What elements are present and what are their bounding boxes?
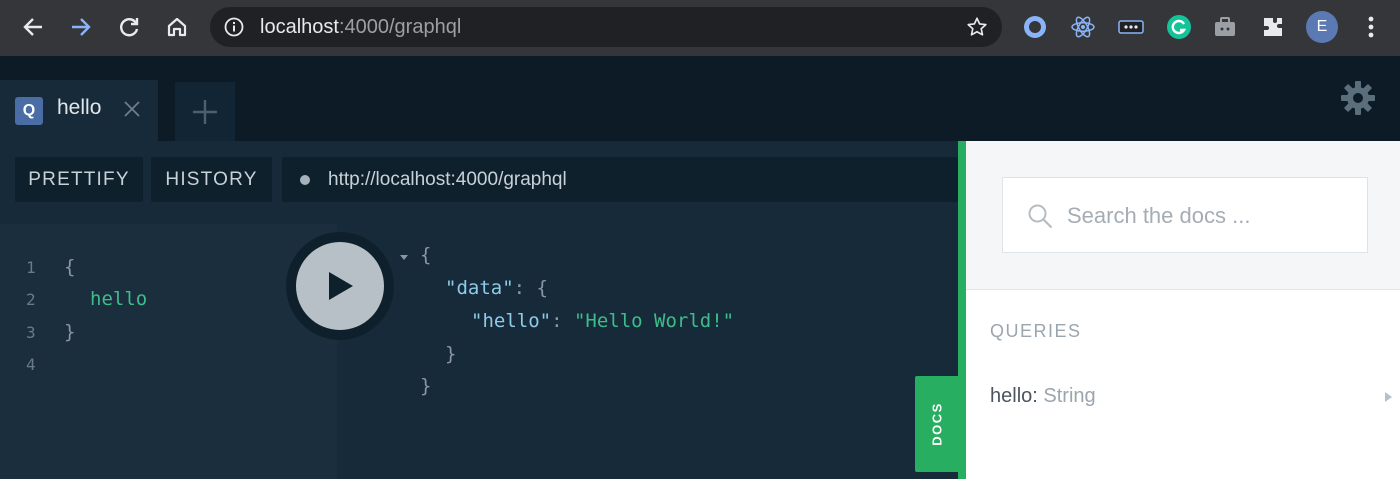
line-number: 1 — [26, 258, 36, 277]
result-line-data: "data": { — [445, 277, 548, 299]
json-key: "data" — [445, 277, 514, 299]
extension-dots[interactable] — [1116, 12, 1146, 42]
query-badge: Q — [15, 97, 43, 125]
result-brace: } — [445, 343, 457, 365]
json-punct: : { — [513, 277, 548, 299]
query-field-hello[interactable]: hello: String — [990, 385, 1096, 408]
editor-toolbar: PRETTIFY HISTORY http://localhost:4000/g… — [0, 141, 958, 224]
play-icon — [329, 272, 353, 300]
url-host: localhost — [260, 16, 339, 38]
query-editor[interactable]: 1 2 3 4 { hello } — [0, 224, 337, 479]
arrow-right-icon — [72, 18, 91, 36]
puzzle-icon — [1264, 18, 1282, 36]
add-tab-button[interactable] — [175, 82, 235, 141]
grammarly-icon — [1167, 15, 1191, 39]
reload-button[interactable] — [112, 10, 146, 44]
code-line-field: hello — [90, 288, 148, 310]
docs-panel: QUERIES hello: String — [966, 141, 1400, 479]
reload-icon — [120, 18, 139, 37]
history-button[interactable]: HISTORY — [151, 157, 272, 202]
circle-extension-icon — [1024, 16, 1046, 38]
close-icon[interactable] — [122, 99, 142, 119]
forward-button[interactable] — [64, 10, 98, 44]
docs-search-box[interactable] — [1002, 177, 1368, 253]
kebab-menu-icon[interactable] — [1368, 16, 1374, 38]
line-number: 4 — [26, 355, 36, 374]
endpoint-url: http://localhost:4000/graphql — [328, 169, 567, 190]
search-icon — [1028, 204, 1053, 229]
code-line: { — [64, 256, 76, 278]
prettify-button[interactable]: PRETTIFY — [15, 157, 143, 202]
endpoint-input[interactable]: http://localhost:4000/graphql — [282, 157, 958, 202]
execute-query-button[interactable] — [286, 232, 394, 340]
json-punct: : — [551, 310, 574, 332]
docs-search-input[interactable] — [1067, 196, 1357, 236]
play-button-face — [296, 242, 384, 330]
docs-tab-label: DOCS — [929, 402, 944, 446]
arrow-left-icon — [23, 18, 42, 36]
star-icon[interactable] — [966, 16, 988, 38]
chevron-right-icon[interactable] — [1385, 392, 1392, 402]
url-text: localhost:4000/graphql — [260, 7, 461, 47]
profile-avatar[interactable]: E — [1306, 11, 1338, 43]
address-bar[interactable]: localhost:4000/graphql — [210, 7, 1002, 47]
back-button[interactable] — [16, 10, 50, 44]
json-key: "hello" — [471, 310, 552, 332]
docs-tab-button[interactable]: DOCS — [915, 376, 958, 472]
field-sep: : — [1032, 385, 1044, 407]
line-number: 2 — [26, 290, 36, 309]
briefcase-icon — [1215, 17, 1235, 36]
url-path: :4000/graphql — [338, 16, 462, 38]
collapse-arrow-icon[interactable] — [399, 252, 409, 262]
info-icon[interactable] — [224, 17, 244, 37]
playground-tab-bar: Q hello — [0, 56, 1400, 141]
profile-initial: E — [1316, 18, 1328, 35]
code-line: } — [64, 321, 76, 343]
extension-circle[interactable] — [1020, 12, 1050, 42]
browser-toolbar: localhost:4000/graphql E — [0, 0, 1400, 56]
docs-panel-edge — [958, 141, 966, 479]
plus-icon — [193, 99, 217, 124]
react-icon — [1071, 16, 1095, 38]
result-viewer[interactable]: { "data": { "hello": "Hello World!" } } — [337, 224, 958, 479]
json-string: "Hello World!" — [573, 310, 735, 332]
result-brace: { — [420, 244, 432, 266]
extension-react-devtools[interactable] — [1068, 12, 1098, 42]
tab-hello[interactable]: Q hello — [0, 80, 158, 141]
extensions-menu[interactable] — [1258, 12, 1288, 42]
line-number: 3 — [26, 323, 36, 342]
field-type: String — [1043, 385, 1096, 407]
field-name: hello — [990, 385, 1033, 407]
dots-extension-icon — [1118, 20, 1144, 34]
extension-briefcase[interactable] — [1210, 12, 1240, 42]
settings-gear-icon[interactable] — [1340, 80, 1376, 116]
docs-search-area — [966, 141, 1400, 290]
status-dot — [300, 175, 310, 185]
home-button[interactable] — [160, 10, 194, 44]
home-icon — [167, 17, 187, 37]
tab-title: hello — [57, 96, 102, 119]
extension-grammarly[interactable] — [1164, 12, 1194, 42]
queries-heading: QUERIES — [990, 321, 1082, 341]
result-brace: } — [420, 375, 432, 397]
result-line-hello: "hello": "Hello World!" — [471, 310, 734, 332]
